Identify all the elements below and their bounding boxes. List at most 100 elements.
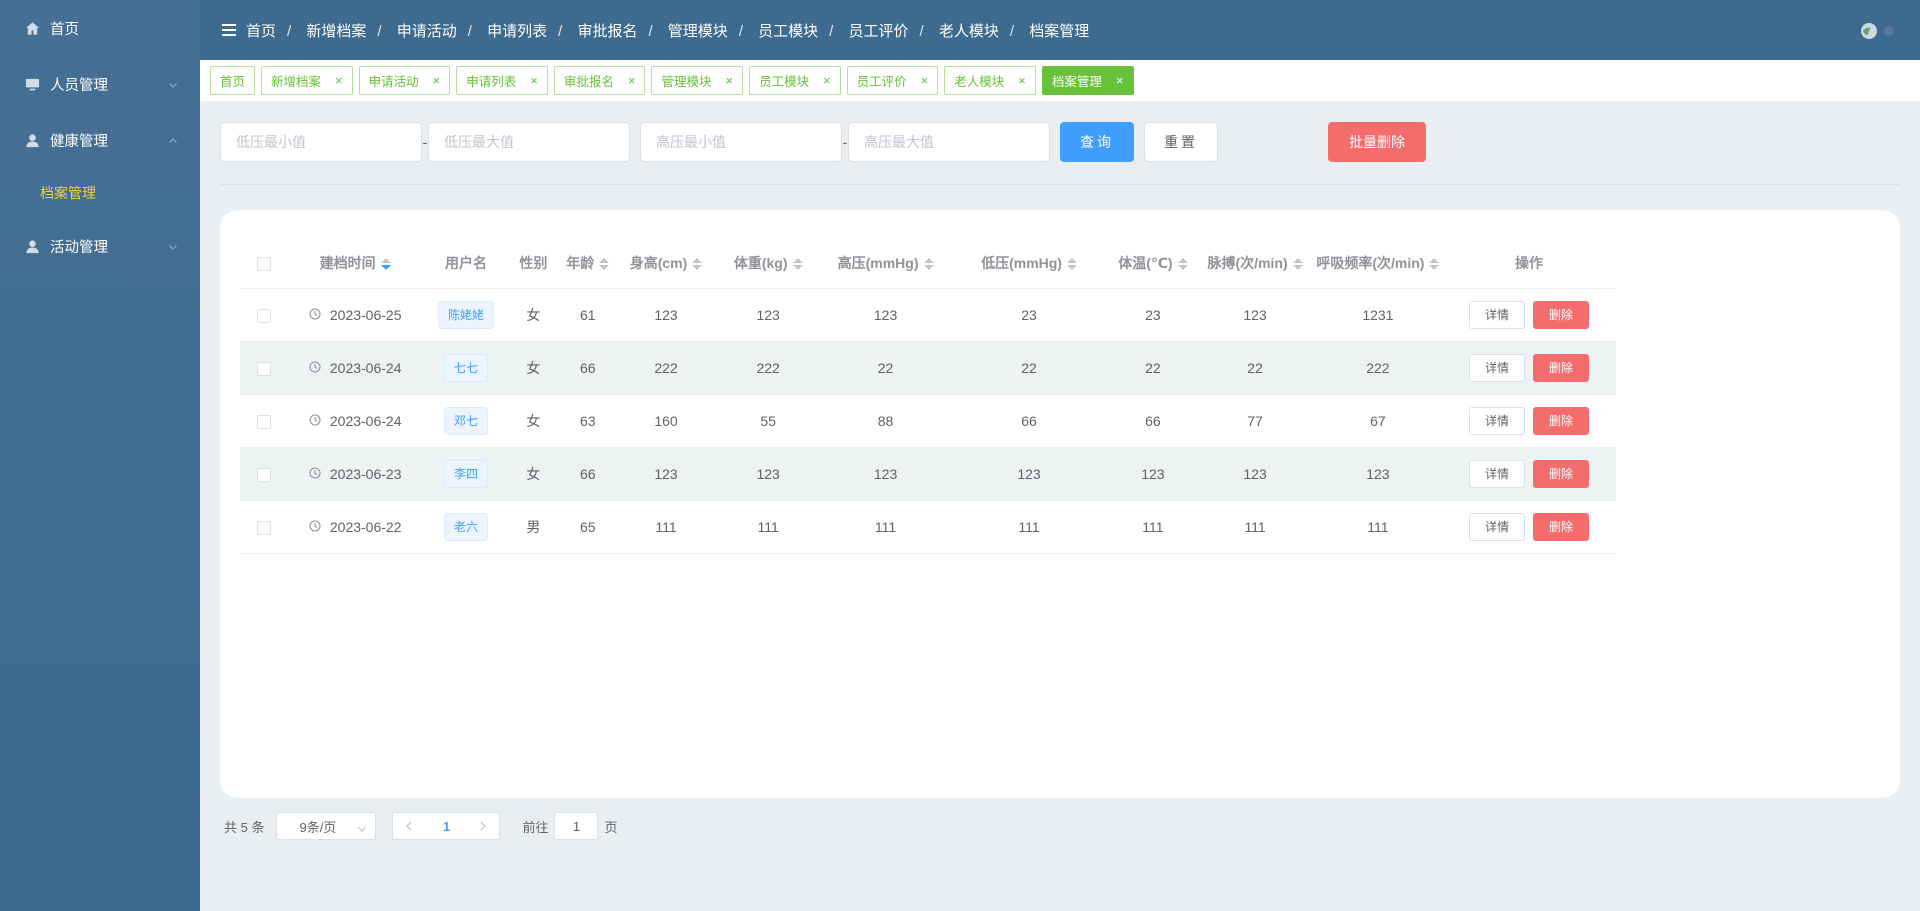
delete-button[interactable]: 删除 bbox=[1533, 353, 1590, 382]
column-header-pulse[interactable]: 脉搏(次/min) bbox=[1196, 238, 1314, 289]
detail-button[interactable]: 详情 bbox=[1468, 512, 1525, 541]
tab-staff-review[interactable]: 员工评价 × bbox=[846, 66, 939, 95]
delete-button[interactable]: 删除 bbox=[1533, 406, 1590, 435]
cell-resp: 111 bbox=[1313, 500, 1443, 554]
query-button[interactable]: 查询 bbox=[1060, 122, 1134, 162]
prev-page-icon[interactable] bbox=[405, 819, 413, 834]
tab-new-archive[interactable]: 新增档案 × bbox=[261, 66, 353, 95]
sort-icon[interactable] bbox=[1066, 258, 1077, 271]
sort-icon[interactable] bbox=[380, 258, 391, 271]
sidebar-item-health[interactable]: 健康管理 bbox=[0, 112, 200, 168]
page-size-select[interactable]: 9条/页 bbox=[276, 812, 377, 840]
sort-icon[interactable] bbox=[692, 258, 703, 271]
close-icon[interactable]: × bbox=[530, 73, 538, 88]
column-header-label: 身高(cm) bbox=[629, 254, 688, 271]
table-row: 2023-06-24 七七女 66 222 222 22 22 22 22 222 详情 删除 bbox=[240, 341, 1616, 395]
low-pressure-max-input[interactable] bbox=[428, 122, 630, 162]
column-header-high-pressure[interactable]: 高压(mmHg) bbox=[822, 238, 949, 289]
sidebar-subitem-archive[interactable]: 档案管理 bbox=[0, 168, 200, 218]
delete-button[interactable]: 删除 bbox=[1533, 512, 1590, 541]
sidebar-item-home[interactable]: 首页 bbox=[0, 0, 200, 56]
column-header-temperature[interactable]: 体温(℃) bbox=[1109, 238, 1197, 289]
sort-icon[interactable] bbox=[1292, 258, 1303, 271]
cell-temp: 111 bbox=[1109, 500, 1197, 554]
column-header-respiration[interactable]: 呼吸频率(次/min) bbox=[1313, 238, 1443, 289]
breadcrumb-item[interactable]: 员工评价 bbox=[849, 23, 909, 40]
low-pressure-min-input[interactable] bbox=[220, 122, 422, 162]
tab-approve-signup[interactable]: 审批报名 × bbox=[553, 66, 646, 95]
row-checkbox[interactable] bbox=[256, 414, 271, 429]
close-icon[interactable]: × bbox=[725, 73, 733, 88]
sort-icon[interactable] bbox=[1429, 258, 1440, 271]
breadcrumb: 首页 / 新增档案 / 申请活动 / 申请列表 / 审批报名 / 管理模块 / 员工模块 / … bbox=[246, 20, 1089, 41]
detail-button[interactable]: 详情 bbox=[1468, 459, 1525, 488]
close-icon[interactable]: × bbox=[628, 73, 636, 88]
row-checkbox[interactable] bbox=[256, 361, 271, 376]
column-header-label: 低压(mmHg) bbox=[981, 254, 1062, 271]
sort-icon[interactable] bbox=[792, 258, 803, 271]
current-page[interactable]: 1 bbox=[443, 819, 450, 834]
tab-apply-activity[interactable]: 申请活动 × bbox=[358, 66, 451, 95]
close-icon[interactable]: × bbox=[921, 73, 929, 88]
column-header-label: 高压(mmHg) bbox=[837, 254, 919, 271]
sidebar-item-activity[interactable]: 活动管理 bbox=[0, 218, 200, 274]
tab-bar: 首页 新增档案 × 申请活动 × 申请列表 × 审批报名 × 管理模块 × 员工模块 × 员… bbox=[200, 60, 1920, 102]
column-header-label: 脉搏(次/min) bbox=[1207, 254, 1288, 271]
row-checkbox[interactable] bbox=[256, 308, 271, 323]
detail-button[interactable]: 详情 bbox=[1468, 353, 1525, 382]
menu-toggle-icon[interactable] bbox=[222, 24, 236, 36]
column-header-age[interactable]: 年龄 bbox=[557, 238, 619, 289]
page-nav: 1 bbox=[392, 812, 501, 840]
breadcrumb-item[interactable]: 员工模块 bbox=[758, 23, 818, 40]
breadcrumb-item[interactable]: 申请列表 bbox=[487, 23, 547, 40]
high-pressure-min-input[interactable] bbox=[640, 122, 842, 162]
close-icon[interactable]: × bbox=[1116, 73, 1124, 88]
page-size-value: 9条/页 bbox=[299, 819, 337, 835]
breadcrumb-item[interactable]: 首页 bbox=[246, 23, 276, 40]
tab-label: 员工模块 bbox=[759, 75, 810, 89]
sidebar-item-personnel[interactable]: 人员管理 bbox=[0, 56, 200, 112]
breadcrumb-item[interactable]: 老人模块 bbox=[939, 23, 999, 40]
tab-apply-list[interactable]: 申请列表 × bbox=[456, 66, 548, 95]
delete-button[interactable]: 删除 bbox=[1533, 300, 1590, 329]
tab-elderly[interactable]: 老人模块 × bbox=[944, 66, 1036, 95]
high-pressure-max-input[interactable] bbox=[848, 122, 1050, 162]
close-icon[interactable]: × bbox=[433, 73, 441, 88]
row-checkbox[interactable] bbox=[256, 520, 271, 535]
select-all-checkbox[interactable] bbox=[256, 256, 271, 271]
sidebar-item-label: 活动管理 bbox=[50, 239, 108, 256]
detail-button[interactable]: 详情 bbox=[1468, 300, 1525, 329]
detail-button[interactable]: 详情 bbox=[1468, 406, 1525, 435]
breadcrumb-separator: / bbox=[377, 22, 382, 40]
reset-button[interactable]: 重置 bbox=[1144, 122, 1218, 162]
column-header-low-pressure[interactable]: 低压(mmHg) bbox=[948, 238, 1110, 289]
next-page-icon[interactable] bbox=[479, 819, 487, 834]
goto-page-input[interactable] bbox=[554, 812, 599, 840]
breadcrumb-item[interactable]: 审批报名 bbox=[577, 23, 637, 40]
chevron-down-icon bbox=[168, 78, 178, 94]
batch-delete-button[interactable]: 批量删除 bbox=[1328, 122, 1426, 162]
tab-archive-management[interactable]: 档案管理 × bbox=[1041, 66, 1134, 95]
tab-label: 管理模块 bbox=[661, 75, 712, 89]
sort-icon[interactable] bbox=[923, 258, 934, 271]
close-icon[interactable]: × bbox=[823, 73, 831, 88]
row-checkbox[interactable] bbox=[256, 467, 271, 482]
close-icon[interactable]: × bbox=[1018, 73, 1026, 88]
column-header-height[interactable]: 身高(cm) bbox=[618, 238, 714, 289]
sort-icon[interactable] bbox=[1177, 258, 1188, 271]
delete-button[interactable]: 删除 bbox=[1533, 459, 1590, 488]
date-cell: 2023-06-25 bbox=[309, 307, 402, 323]
cell-pulse: 22 bbox=[1196, 341, 1314, 395]
tab-management[interactable]: 管理模块 × bbox=[651, 66, 744, 95]
avatar[interactable] bbox=[1860, 22, 1898, 40]
tab-staff[interactable]: 员工模块 × bbox=[749, 66, 841, 95]
tab-home[interactable]: 首页 bbox=[210, 66, 256, 95]
breadcrumb-separator: / bbox=[1009, 22, 1015, 40]
column-header-weight[interactable]: 体重(kg) bbox=[713, 238, 823, 289]
close-icon[interactable]: × bbox=[335, 73, 343, 88]
column-header-date[interactable]: 建档时间 bbox=[287, 238, 423, 289]
breadcrumb-item[interactable]: 管理模块 bbox=[668, 23, 728, 40]
breadcrumb-item[interactable]: 新增档案 bbox=[306, 23, 366, 40]
sort-icon[interactable] bbox=[599, 258, 610, 271]
breadcrumb-item[interactable]: 申请活动 bbox=[397, 23, 457, 40]
